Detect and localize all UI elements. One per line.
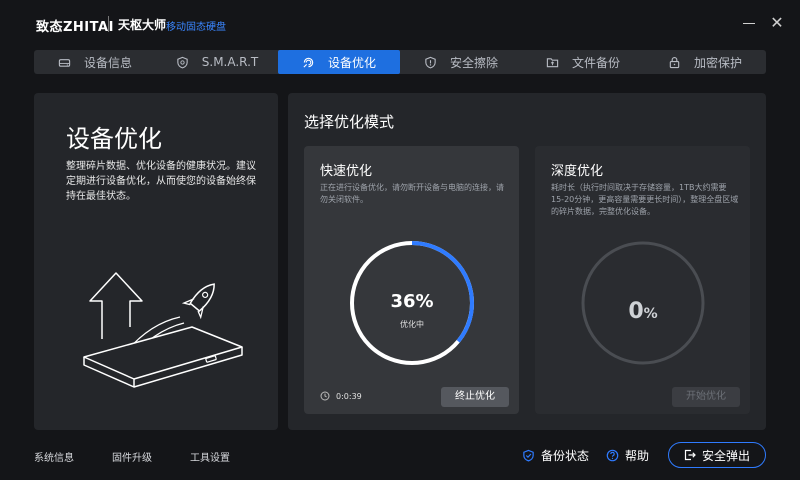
card-title: 深度优化 (551, 164, 604, 179)
progress-status: 优化中 (400, 320, 424, 329)
tab-secure-erase[interactable]: 安全擦除 (400, 50, 522, 74)
page-title: 设备优化 (66, 125, 162, 153)
lock-icon (668, 55, 682, 69)
safe-eject-button[interactable]: 安全弹出 (668, 442, 766, 468)
tab-device-info[interactable]: 设备信息 (34, 50, 156, 74)
deep-optimize-card[interactable]: 深度优化 耗时长（执行时间取决于存储容量，1TB大约需要15-20分钟，更高容量… (535, 146, 750, 414)
optimize-icon (302, 55, 316, 69)
tab-label: S.M.A.R.T (201, 55, 259, 69)
help-button[interactable]: 帮助 (606, 447, 649, 464)
eject-icon (684, 449, 696, 461)
product-name: 天枢大师 (118, 18, 167, 32)
check-shield-icon (523, 449, 534, 462)
card-description: 正在进行设备优化，请勿断开设备与电脑的连接，请勿关闭软件。 (320, 183, 504, 204)
tab-label: 文件备份 (571, 55, 620, 70)
start-optimize-button[interactable]: 开始优化 (672, 387, 740, 407)
backup-status-label: 备份状态 (541, 449, 590, 463)
help-icon (606, 449, 619, 462)
tab-encryption[interactable]: 加密保护 (644, 50, 766, 74)
safe-eject-label: 安全弹出 (701, 448, 750, 463)
elapsed-time: 0:0:39 (336, 391, 362, 401)
progress-unit: % (643, 306, 658, 322)
elapsed-timer: 0:0:39 (320, 391, 362, 401)
main-tabs: 设备信息 S.M.A.R.T 设备优化 安全擦除 文件备份 加密保护 (34, 50, 766, 74)
minimize-icon[interactable] (740, 14, 758, 32)
drive-icon (58, 55, 72, 69)
tab-device-optimize[interactable]: 设备优化 (278, 50, 400, 74)
progress-percent: 0% (578, 299, 708, 324)
progress-number: 0 (628, 299, 644, 324)
card-description: 耗时长（执行时间取决于存储容量，1TB大约需要15-20分钟，更高容量需要更长时… (551, 183, 739, 216)
title-bar: 致态ZHITAI 天枢大师 移动固态硬盘 ✕ (0, 0, 800, 48)
section-title: 选择优化模式 (304, 113, 395, 131)
tab-label: 安全擦除 (449, 55, 498, 70)
ssd-rocket-illustration (82, 261, 252, 395)
optimize-mode-panel: 选择优化模式 快速优化 正在进行设备优化，请勿断开设备与电脑的连接，请勿关闭软件… (288, 93, 766, 430)
stop-optimize-button[interactable]: 终止优化 (441, 387, 509, 407)
tab-label: 设备优化 (327, 55, 376, 70)
system-info-link[interactable]: 系统信息 (34, 449, 74, 464)
feature-intro-panel: 设备优化 整理碎片数据、优化设备的健康状况。建议定期进行设备优化，从而使您的设备… (34, 93, 278, 430)
backup-status-button[interactable]: 备份状态 (522, 447, 589, 464)
tab-label: 设备信息 (83, 55, 132, 70)
folder-icon (546, 55, 560, 69)
tab-label: 加密保护 (693, 55, 742, 70)
tool-settings-link[interactable]: 工具设置 (190, 449, 230, 464)
brand-logo: 致态ZHITAI (36, 20, 114, 35)
clock-icon (320, 391, 330, 401)
firmware-upgrade-link[interactable]: 固件升级 (112, 449, 152, 464)
progress-percent: 36% (390, 291, 434, 312)
page-description: 整理碎片数据、优化设备的健康状况。建议定期进行设备优化，从而使您的设备始终保持在… (66, 161, 256, 202)
brand-divider (108, 16, 109, 32)
card-title: 快速优化 (320, 164, 373, 179)
tab-file-backup[interactable]: 文件备份 (522, 50, 644, 74)
tab-smart[interactable]: S.M.A.R.T (156, 50, 278, 74)
help-label: 帮助 (625, 449, 650, 463)
product-subtitle: 移动固态硬盘 (166, 22, 226, 33)
close-icon[interactable]: ✕ (768, 14, 786, 32)
shield-icon (176, 55, 190, 69)
quick-optimize-card[interactable]: 快速优化 正在进行设备优化，请勿断开设备与电脑的连接，请勿关闭软件。 36% 优… (304, 146, 519, 414)
alert-shield-icon (424, 55, 438, 69)
